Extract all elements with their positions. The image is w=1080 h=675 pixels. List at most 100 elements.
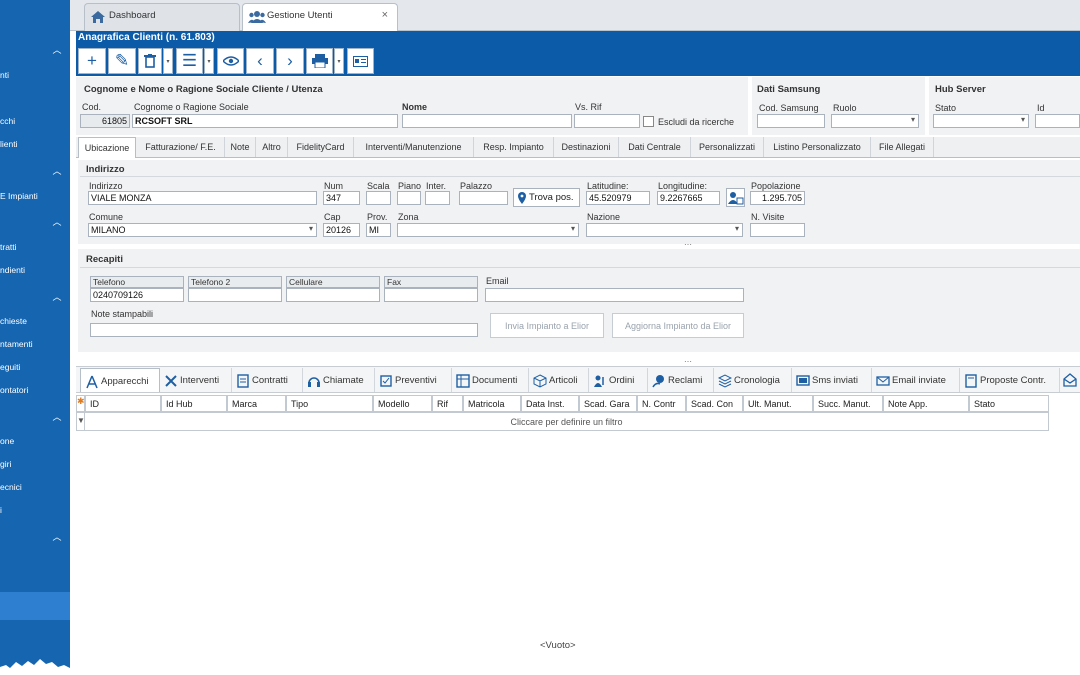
escludi-checkbox[interactable] <box>643 116 654 127</box>
sidebar-item[interactable]: lienti <box>0 139 17 149</box>
splitter-handle-icon[interactable]: ⋯ <box>684 240 692 249</box>
palazzo-field[interactable] <box>459 191 508 205</box>
filter-row[interactable]: Cliccare per definire un filtro <box>85 412 1049 431</box>
list-icon[interactable]: ☰ <box>176 48 203 74</box>
splitter-handle-icon[interactable]: ⋯ <box>684 357 692 366</box>
tab-dashboard[interactable]: Dashboard <box>84 3 240 31</box>
telefono2-field[interactable] <box>188 288 282 302</box>
n-visite-field[interactable] <box>750 223 805 237</box>
filter-icon[interactable]: ▼ <box>76 412 85 431</box>
column-header[interactable]: Matricola <box>463 395 521 412</box>
column-header[interactable]: Stato <box>969 395 1049 412</box>
longitudine-field[interactable]: 9.2267665 <box>657 191 720 205</box>
sidebar-item[interactable]: eguiti <box>0 362 20 372</box>
tab-resp-impianto[interactable]: Resp. Impianto <box>474 137 554 157</box>
tab-proposte-contr[interactable]: Proposte Contr. <box>960 368 1060 392</box>
tab-interventi-manutenzione[interactable]: Interventi/Manutenzione <box>354 137 474 157</box>
piano-field[interactable] <box>397 191 421 205</box>
sidebar-item[interactable]: chieste <box>0 316 27 326</box>
tab-documenti[interactable]: Documenti <box>452 368 529 392</box>
sidebar-item[interactable]: giri <box>0 459 11 469</box>
email-field[interactable] <box>485 288 744 302</box>
column-header[interactable]: Id Hub <box>161 395 227 412</box>
envelope-open-icon[interactable] <box>1063 373 1077 390</box>
collapse-chevron-icon[interactable]: ︿ <box>52 164 62 177</box>
tab-file-allegati[interactable]: File Allegati <box>871 137 934 157</box>
sidebar-item[interactable]: nti <box>0 70 9 80</box>
print-dropdown-icon[interactable]: ▾ <box>334 48 344 74</box>
next-icon[interactable]: › <box>276 48 304 74</box>
sidebar-item[interactable]: ntamenti <box>0 339 33 349</box>
tab-email-inviate[interactable]: Email inviate <box>872 368 960 392</box>
invia-impianto-button[interactable]: Invia Impianto a Elior <box>490 313 604 338</box>
close-icon[interactable]: × <box>382 9 388 21</box>
sidebar-item[interactable]: cchi <box>0 116 15 126</box>
map-lookup-button[interactable] <box>726 188 745 207</box>
vsrif-field[interactable] <box>574 114 640 128</box>
tab-interventi[interactable]: Interventi <box>160 368 232 392</box>
collapse-chevron-icon[interactable]: ︿ <box>52 290 62 303</box>
column-header[interactable]: Rif <box>432 395 463 412</box>
cap-field[interactable]: 20126 <box>323 223 360 237</box>
tab-fatturazione[interactable]: Fatturazione/ F.E. <box>137 137 225 157</box>
column-header[interactable]: ID <box>85 395 161 412</box>
tab-personalizzati[interactable]: Personalizzati <box>691 137 764 157</box>
nazione-select[interactable] <box>586 223 743 237</box>
sidebar-item[interactable]: tratti <box>0 242 17 252</box>
tab-preventivi[interactable]: Preventivi <box>375 368 452 392</box>
telefono-field[interactable]: 0240709126 <box>90 288 184 302</box>
column-header[interactable]: Succ. Manut. <box>813 395 883 412</box>
delete-dropdown-icon[interactable]: ▾ <box>163 48 173 74</box>
tab-articoli[interactable]: Articoli <box>529 368 589 392</box>
column-header[interactable]: N. Contr <box>637 395 686 412</box>
ragione-sociale-field[interactable]: RCSOFT SRL <box>132 114 398 128</box>
id-field[interactable] <box>1035 114 1080 128</box>
delete-icon[interactable] <box>138 48 162 74</box>
tab-ordini[interactable]: Ordini <box>589 368 648 392</box>
sidebar-item[interactable]: ecnici <box>0 482 22 492</box>
sidebar-item[interactable]: ontatori <box>0 385 28 395</box>
ruolo-select[interactable] <box>831 114 919 128</box>
tab-dati-centrale[interactable]: Dati Centrale <box>619 137 691 157</box>
column-header[interactable]: Note App. <box>883 395 969 412</box>
indirizzo-field[interactable]: VIALE MONZA <box>88 191 317 205</box>
trova-pos-button[interactable]: Trova pos. <box>513 188 580 207</box>
tab-apparecchi[interactable]: Apparecchi <box>80 368 160 392</box>
tab-destinazioni[interactable]: Destinazioni <box>554 137 619 157</box>
cod-samsung-field[interactable] <box>757 114 825 128</box>
cellulare-field[interactable] <box>286 288 380 302</box>
tab-note[interactable]: Note <box>225 137 256 157</box>
tab-reclami[interactable]: Reclami <box>648 368 714 392</box>
zona-select[interactable] <box>397 223 579 237</box>
scala-field[interactable] <box>366 191 391 205</box>
tab-ubicazione[interactable]: Ubicazione <box>78 137 136 158</box>
collapse-chevron-icon[interactable]: ︿ <box>52 530 62 543</box>
prov-field[interactable]: MI <box>366 223 391 237</box>
collapse-chevron-icon[interactable]: ︿ <box>52 410 62 423</box>
nome-field[interactable] <box>402 114 572 128</box>
column-header[interactable]: Scad. Con <box>686 395 743 412</box>
tab-altro[interactable]: Altro <box>256 137 288 157</box>
note-stampabili-field[interactable] <box>90 323 478 337</box>
tab-cronologia[interactable]: Cronologia <box>714 368 792 392</box>
aggiorna-impianto-button[interactable]: Aggiorna Impianto da Elior <box>612 313 744 338</box>
sidebar-item[interactable]: ndienti <box>0 265 25 275</box>
column-header[interactable]: Ult. Manut. <box>743 395 813 412</box>
tab-chiamate[interactable]: Chiamate <box>303 368 375 392</box>
comune-select[interactable]: MILANO <box>88 223 317 237</box>
list-dropdown-icon[interactable]: ▾ <box>204 48 214 74</box>
sidebar-selected-item[interactable] <box>0 592 70 620</box>
stato-select[interactable] <box>933 114 1029 128</box>
collapse-chevron-icon[interactable]: ︿ <box>52 215 62 228</box>
latitudine-field[interactable]: 45.520979 <box>586 191 650 205</box>
card-icon[interactable] <box>347 48 374 74</box>
popolazione-field[interactable]: 1.295.705 <box>750 191 805 205</box>
cod-field[interactable]: 61805 <box>80 114 130 128</box>
sidebar-item[interactable]: i <box>0 505 2 515</box>
num-field[interactable]: 347 <box>323 191 360 205</box>
tab-sms-inviati[interactable]: Sms inviati <box>792 368 872 392</box>
tab-contratti[interactable]: Contratti <box>232 368 303 392</box>
prev-icon[interactable]: ‹ <box>246 48 274 74</box>
sidebar-item[interactable]: one <box>0 436 14 446</box>
view-icon[interactable] <box>217 48 244 74</box>
